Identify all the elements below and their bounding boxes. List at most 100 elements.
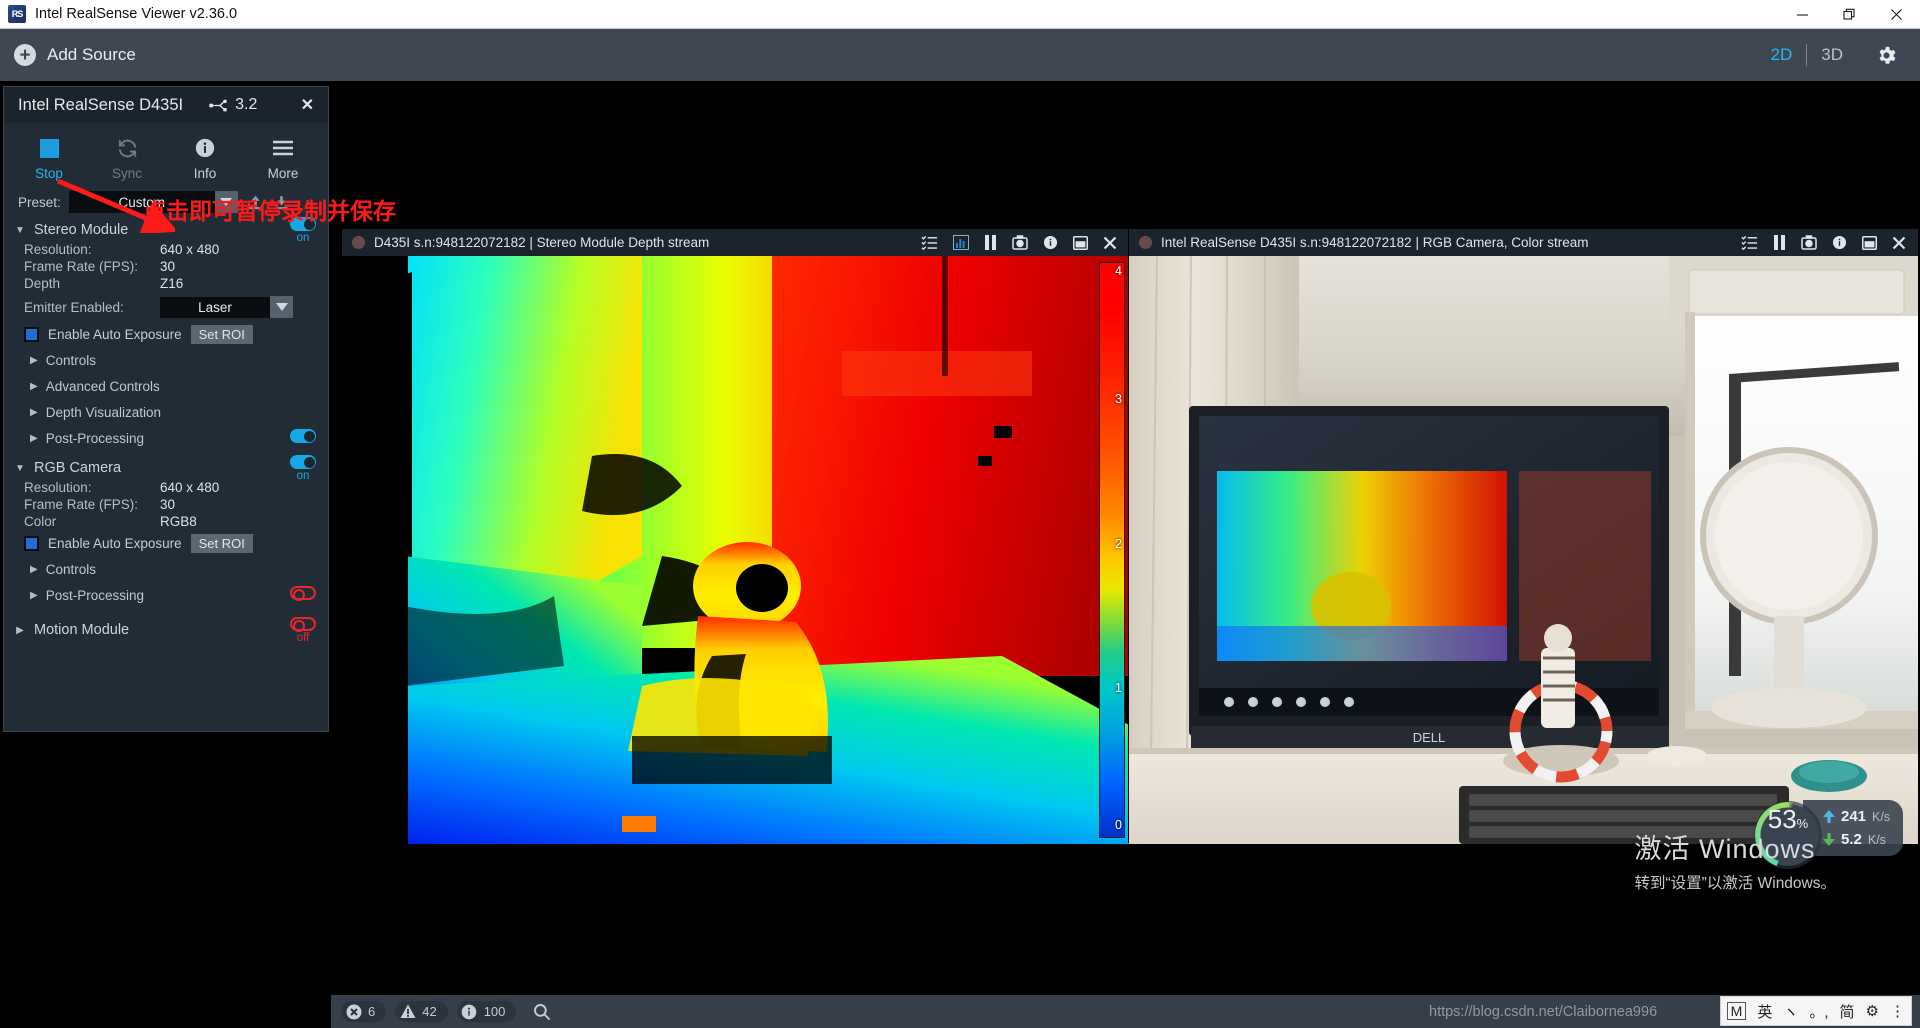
rgb-post-processing-row[interactable]: ▶ Post-Processing: [4, 582, 328, 608]
camera-icon[interactable]: [1801, 235, 1817, 250]
rgb-resolution-key: Resolution:: [24, 480, 160, 495]
close-button[interactable]: [1873, 0, 1920, 29]
stereo-post-processing-row[interactable]: ▶ Post-Processing: [4, 425, 328, 451]
chevron-right-icon: ▶: [30, 381, 38, 392]
camera-icon[interactable]: [1012, 235, 1028, 250]
warning-icon: [399, 1003, 416, 1020]
more-button[interactable]: More: [244, 135, 322, 181]
network-speed-widget[interactable]: 241 K/s 5.2 K/s 53 %: [1757, 800, 1903, 856]
device-action-bar: Stop Sync I: [4, 123, 328, 185]
chevron-down-icon: ▼: [12, 225, 28, 236]
colorbar-label-0: 0: [1115, 818, 1122, 832]
window-controls: [1779, 0, 1920, 29]
more-label: More: [244, 166, 322, 181]
tab-2d[interactable]: 2D: [1757, 45, 1807, 65]
info-button[interactable]: Info: [166, 135, 244, 181]
warning-count-badge[interactable]: 42: [395, 1001, 447, 1022]
stereo-resolution-row: Resolution: 640 x 480: [4, 241, 328, 258]
pause-icon[interactable]: [1773, 235, 1786, 250]
plus-icon: +: [14, 44, 36, 66]
rgb-auto-exposure-label: Enable Auto Exposure: [48, 536, 182, 551]
toggle-switch[interactable]: [290, 586, 316, 600]
info-count-badge[interactable]: 100: [457, 1001, 517, 1022]
close-icon[interactable]: [1103, 236, 1117, 250]
tab-3d[interactable]: 3D: [1807, 45, 1857, 65]
chevron-right-icon: ▶: [30, 564, 38, 575]
minimize-button[interactable]: [1779, 0, 1826, 29]
emitter-select[interactable]: Laser: [160, 297, 270, 318]
stop-button[interactable]: Stop: [10, 135, 88, 181]
rgb-post-processing-toggle[interactable]: [290, 586, 316, 600]
rgb-camera-toggle[interactable]: on: [290, 455, 316, 482]
color-stream-toolbar: [1741, 235, 1912, 250]
add-source-button[interactable]: + Add Source: [14, 44, 136, 66]
device-close-icon[interactable]: ✕: [295, 95, 320, 115]
stereo-set-roi-button[interactable]: Set ROI: [191, 325, 253, 344]
error-count-badge[interactable]: 6: [341, 1001, 386, 1022]
colorbar-label-1: 1: [1115, 681, 1122, 695]
error-count-label: 6: [368, 1004, 375, 1019]
histogram-icon[interactable]: [953, 235, 969, 250]
app-logo-text: RS: [12, 9, 23, 19]
depth-visualization-label: Depth Visualization: [46, 405, 161, 420]
download-speed-row: 5.2 K/s: [1823, 828, 1890, 851]
rgb-set-roi-button[interactable]: Set ROI: [191, 534, 253, 553]
stereo-auto-exposure-checkbox[interactable]: [24, 327, 39, 342]
rgb-controls-row[interactable]: ▶ Controls: [4, 556, 328, 582]
info-icon[interactable]: [1043, 235, 1058, 250]
toggle-switch[interactable]: [290, 455, 316, 469]
close-icon[interactable]: [1892, 236, 1906, 250]
info-icon[interactable]: [1832, 235, 1847, 250]
stereo-resolution-key: Resolution:: [24, 242, 160, 257]
stereo-controls-row[interactable]: ▶ Controls: [4, 347, 328, 373]
window-title: Intel RealSense Viewer v2.36.0: [35, 6, 237, 22]
ime-language-label[interactable]: 英: [1757, 1001, 1772, 1022]
stereo-depth-value[interactable]: Z16: [160, 276, 183, 291]
rgb-fps-row: Frame Rate (FPS): 30: [4, 496, 328, 513]
motion-module-toggle[interactable]: off: [290, 617, 316, 644]
stereo-depth-key: Depth: [24, 276, 160, 291]
rgb-color-value[interactable]: RGB8: [160, 514, 197, 529]
list-icon[interactable]: [1741, 235, 1758, 250]
sync-button[interactable]: Sync: [88, 135, 166, 181]
section-rgb-camera[interactable]: ▼ RGB Camera on: [4, 451, 328, 479]
ime-gear-icon[interactable]: ⚙: [1866, 1002, 1879, 1020]
colorbar-label-2: 2: [1115, 537, 1122, 551]
depth-stream-toolbar: [921, 235, 1123, 250]
cpu-usage-dial[interactable]: 53 %: [1757, 804, 1819, 866]
emitter-chevron-down-icon[interactable]: [270, 296, 293, 318]
stereo-post-processing-label: Post-Processing: [46, 431, 144, 446]
toggle-state-label: on: [297, 470, 310, 482]
stereo-resolution-value[interactable]: 640 x 480: [160, 242, 219, 257]
ime-toolbar: M 英 ヽ 。, 简 ⚙ ⋮: [1720, 996, 1912, 1026]
color-stream-title: Intel RealSense D435I s.n:948122072182 |…: [1161, 235, 1589, 250]
ime-mode-icon[interactable]: M: [1727, 1002, 1747, 1020]
rgb-fps-value[interactable]: 30: [160, 497, 175, 512]
stereo-fps-value[interactable]: 30: [160, 259, 175, 274]
window-icon[interactable]: [1073, 236, 1088, 250]
color-stream-canvas[interactable]: DELL: [1129, 256, 1918, 844]
depth-stream-canvas[interactable]: 4 3 2 1 0: [342, 256, 1129, 844]
depth-visualization-row[interactable]: ▶ Depth Visualization: [4, 399, 328, 425]
stereo-advanced-controls-row[interactable]: ▶ Advanced Controls: [4, 373, 328, 399]
list-icon[interactable]: [921, 235, 938, 250]
window-icon[interactable]: [1862, 236, 1877, 250]
pause-icon[interactable]: [984, 235, 997, 250]
watermark-line2: 转到“设置”以激活 Windows。: [1634, 871, 1836, 893]
section-motion-module[interactable]: ▶ Motion Module off: [4, 608, 328, 641]
ime-shape-label[interactable]: 简: [1840, 1001, 1855, 1022]
toggle-switch[interactable]: [290, 617, 316, 631]
stereo-post-processing-toggle[interactable]: [290, 429, 316, 443]
toggle-switch[interactable]: [290, 429, 316, 443]
ime-punctuation-icon[interactable]: 。,: [1809, 1001, 1828, 1022]
ime-more-icon[interactable]: ⋮: [1890, 1002, 1905, 1020]
info-label: Info: [166, 166, 244, 181]
recording-indicator-icon: [352, 236, 365, 249]
settings-gear-icon[interactable]: [1875, 44, 1898, 67]
upload-speed-unit: K/s: [1872, 810, 1890, 824]
rgb-resolution-value[interactable]: 640 x 480: [160, 480, 219, 495]
rgb-auto-exposure-checkbox[interactable]: [24, 536, 39, 551]
ime-moon-icon[interactable]: ヽ: [1783, 1001, 1798, 1022]
search-icon[interactable]: [533, 1003, 551, 1021]
maximize-button[interactable]: [1826, 0, 1873, 29]
